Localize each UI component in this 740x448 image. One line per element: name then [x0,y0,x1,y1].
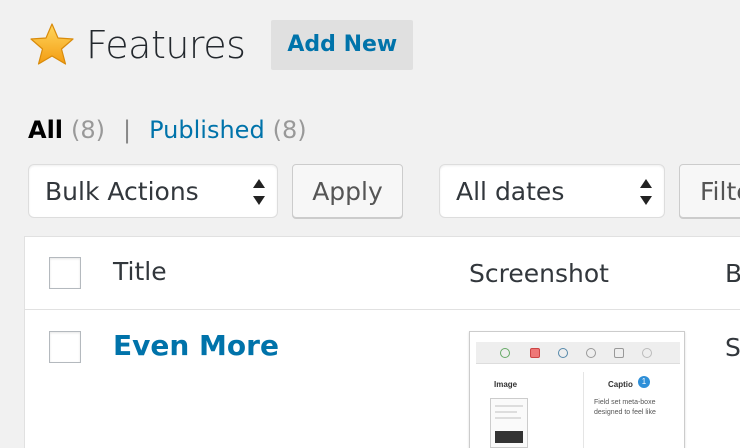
row-col-b: S [725,333,740,362]
table-header: Title Screenshot B [25,237,740,310]
posts-table: Title Screenshot B Even More S Image Cap… [24,236,740,448]
filter-all-link[interactable]: All [28,116,63,144]
select-arrows-icon [640,179,652,205]
thumb-mini-dark-block [495,431,523,443]
thumb-page-icon [614,348,624,358]
thumb-mini-image [490,398,528,448]
filter-all-count: (8) [71,116,106,144]
page-header: Features Add New [28,18,414,72]
thumb-copy-icon [558,348,568,358]
page-title: Features [86,23,246,67]
select-all-checkbox[interactable] [49,257,81,289]
filter-button[interactable]: Filte [679,164,740,218]
dates-select[interactable]: All dates [439,164,665,218]
bulk-actions-value: Bulk Actions [45,176,199,206]
dates-value: All dates [456,176,565,206]
thumb-globe-icon [586,348,596,358]
add-new-button[interactable]: Add New [271,20,414,70]
thumbnail-toolbar [476,342,680,364]
thumb-badge: 1 [638,376,650,388]
column-header-b: B [725,259,740,288]
filter-separator: | [123,116,132,144]
star-icon [30,23,74,65]
thumb-text-line-1: Field set meta-boxe [594,399,656,406]
thumb-caption-label: Captio [608,380,633,389]
apply-button[interactable]: Apply [292,164,403,218]
filter-published-link[interactable]: Published [149,116,265,144]
row-checkbox[interactable] [49,331,81,363]
screenshot-thumbnail: Image Captio 1 Field set meta-boxe desig… [469,331,685,448]
column-header-screenshot: Screenshot [469,259,609,288]
thumb-refresh-icon [500,348,510,358]
status-filter-links: All (8) | Published (8) [28,116,307,144]
thumb-image-label: Image [494,380,518,389]
thumb-text-line-2: designed to feel like [594,409,656,416]
bulk-actions-select[interactable]: Bulk Actions [28,164,278,218]
select-arrows-icon [253,179,265,205]
row-title-link[interactable]: Even More [113,329,279,362]
thumb-settings-icon [642,348,652,358]
column-header-title[interactable]: Title [113,257,167,286]
filter-published-count: (8) [272,116,307,144]
thumb-file-icon [530,348,540,358]
